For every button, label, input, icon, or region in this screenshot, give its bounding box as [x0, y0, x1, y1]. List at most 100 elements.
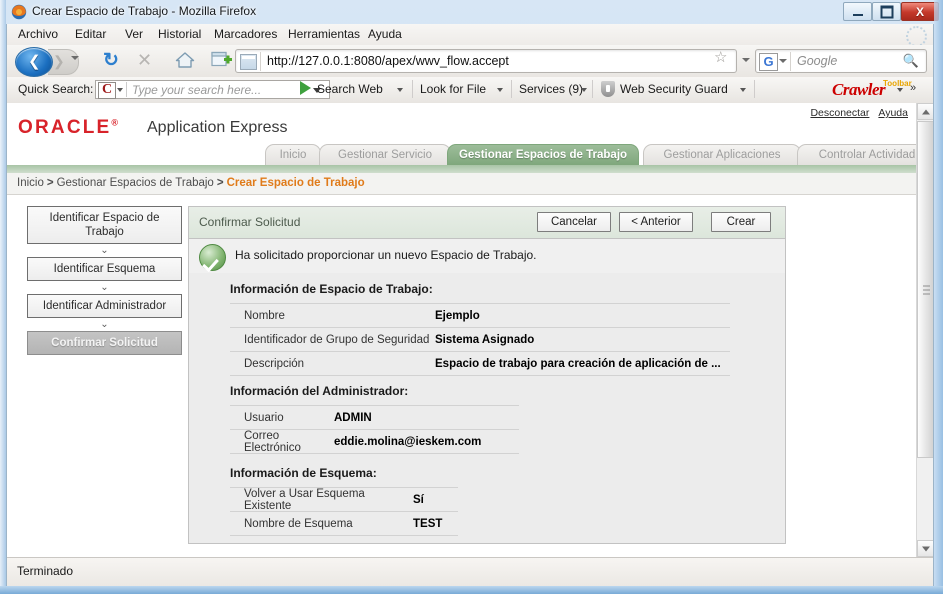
panel-body: Información de Espacio de Trabajo: Nombr… [189, 273, 785, 543]
tab-gestionar-aplicaciones[interactable]: Gestionar Aplicaciones [643, 144, 801, 165]
page-scrollbar[interactable] [916, 103, 933, 557]
new-tab-icon[interactable] [211, 50, 233, 75]
toolbar-item-web-security-guard[interactable]: Web Security Guard [620, 82, 728, 96]
section-heading-administrator: Información del Administrador: [230, 384, 409, 398]
link-ayuda[interactable]: Ayuda [878, 107, 908, 119]
menu-marcadores[interactable]: Marcadores [214, 27, 277, 41]
history-dropdown-icon[interactable] [71, 56, 79, 60]
toolbar-overflow-icon[interactable]: » [910, 82, 916, 94]
search-input[interactable]: Google [797, 54, 837, 68]
wizard-step-identificar-esquema[interactable]: Identificar Esquema [27, 257, 182, 281]
breadcrumb-separator-1: > [46, 177, 54, 189]
url-divider [260, 52, 261, 71]
quick-search-label: Quick Search: [18, 82, 94, 96]
stop-icon[interactable]: ✕ [137, 51, 152, 70]
site-identity-icon[interactable] [240, 54, 257, 70]
toolbar-divider-1 [412, 80, 413, 98]
menu-ayuda[interactable]: Ayuda [368, 27, 402, 41]
minimize-button[interactable] [843, 2, 872, 21]
breadcrumb: Inicio > Gestionar Espacios de Trabajo > Cre… [7, 173, 916, 195]
crawler-brand-logo: Crawler [832, 80, 886, 99]
reload-icon[interactable]: ↻ [103, 50, 119, 71]
crawler-brand-sublabel: Toolbar [883, 79, 912, 88]
crawler-toolbar: Quick Search: C Type your search here...… [7, 77, 933, 104]
toolbar-divider-3 [592, 80, 593, 98]
row-value: eddie.molina@ieskem.com [334, 435, 482, 448]
search-bar[interactable]: G Google 🔍 [755, 49, 927, 73]
search-web-play-icon[interactable] [300, 81, 311, 95]
url-bar[interactable]: http://127.0.0.1:8080/apex/wwv_flow.acce… [235, 49, 737, 73]
maximize-button[interactable] [872, 2, 901, 21]
web-security-guard-caret-icon[interactable] [740, 88, 746, 92]
row-label: Descripción [244, 357, 305, 370]
url-text: http://127.0.0.1:8080/apex/wwv_flow.acce… [267, 54, 509, 68]
menu-ver[interactable]: Ver [125, 27, 143, 41]
create-button[interactable]: Crear [711, 212, 771, 232]
services-caret-icon[interactable] [581, 88, 587, 92]
breadcrumb-item-gestionar-espacios[interactable]: Gestionar Espacios de Trabajo [57, 177, 214, 189]
shield-icon [601, 81, 615, 97]
scrollbar-thumb[interactable] [917, 121, 933, 458]
crawler-c-icon[interactable]: C [98, 82, 116, 99]
quick-search-input[interactable]: Type your search here... [132, 83, 261, 97]
menu-historial[interactable]: Historial [158, 27, 201, 41]
wizard-step-confirmar-solicitud[interactable]: Confirmar Solicitud [27, 331, 182, 355]
schema-info-table: Volver a Usar Esquema Existente Sí Nombr… [230, 487, 458, 536]
window-frame-bottom [0, 586, 943, 594]
menu-editar[interactable]: Editar [75, 27, 106, 41]
wizard-arrow-icon-3: ⌄ [100, 319, 109, 330]
breadcrumb-item-inicio[interactable]: Inicio [17, 177, 44, 189]
success-check-icon [199, 244, 226, 271]
wizard-step-identificar-espacio-de-trabajo[interactable]: Identificar Espacio de Trabajo [27, 206, 182, 244]
home-icon[interactable] [175, 51, 195, 74]
link-desconectar[interactable]: Desconectar [810, 107, 869, 119]
wizard-arrow-icon-1: ⌄ [100, 245, 109, 256]
toolbar-item-services[interactable]: Services (9) [519, 82, 583, 96]
table-row: Nombre Ejemplo [230, 303, 730, 328]
tab-gestionar-servicio[interactable]: Gestionar Servicio [319, 144, 451, 165]
row-value: Espacio de trabajo para creación de apli… [435, 357, 721, 370]
tab-controlar-actividad[interactable]: Controlar Actividad [797, 144, 933, 165]
search-engine-icon[interactable]: G [759, 53, 778, 71]
scroll-down-button[interactable] [917, 540, 933, 557]
row-value: ADMIN [334, 411, 372, 424]
panel-title: Confirmar Solicitud [199, 215, 301, 229]
search-magnifier-icon[interactable]: 🔍 [903, 53, 919, 69]
table-row: Correo Electrónico eddie.molina@ieskem.c… [230, 430, 519, 454]
scrollbar-grip-icon [923, 285, 930, 294]
section-heading-schema: Información de Esquema: [230, 466, 377, 480]
tab-gestionar-espacios-de-trabajo[interactable]: Gestionar Espacios de Trabajo [447, 144, 639, 165]
administrator-info-table: Usuario ADMIN Correo Electrónico eddie.m… [230, 405, 519, 454]
previous-button[interactable]: < Anterior [619, 212, 693, 232]
title-bar: Crear Espacio de Trabajo - Mozilla Firef… [0, 0, 943, 24]
crawler-c-dropdown-icon[interactable] [117, 88, 123, 92]
scroll-up-button[interactable] [917, 103, 933, 120]
crawler-brand-caret-icon[interactable] [897, 88, 903, 92]
back-button[interactable]: ❮ [15, 47, 53, 77]
bookmark-star-icon[interactable]: ☆ [714, 50, 727, 65]
oracle-logo: ORACLE® [18, 117, 118, 139]
look-for-file-caret-icon[interactable] [497, 88, 503, 92]
row-label: Usuario [244, 411, 284, 424]
chevron-up-icon [921, 109, 930, 114]
apex-tab-strip: Inicio Gestionar Servicio Gestionar Espa… [7, 143, 933, 165]
wizard-step-identificar-administrador[interactable]: Identificar Administrador [27, 294, 182, 318]
toolbar-item-search-web[interactable]: Search Web [317, 82, 383, 96]
row-label: Identificador de Grupo de Seguridad [244, 333, 430, 346]
search-engine-dropdown-icon[interactable] [779, 59, 787, 63]
tab-inicio[interactable]: Inicio [265, 144, 321, 165]
bookmark-dropdown-icon[interactable] [742, 58, 750, 62]
table-row: Usuario ADMIN [230, 405, 519, 430]
row-label: Volver a Usar Esquema Existente [244, 487, 365, 512]
chevron-down-icon [921, 546, 930, 551]
row-value: Sí [413, 493, 424, 506]
menu-archivo[interactable]: Archivo [18, 27, 58, 41]
tab-underline [7, 165, 916, 173]
search-web-caret-icon[interactable] [397, 88, 403, 92]
status-bar: Terminado [7, 557, 933, 586]
panel-header: Confirmar Solicitud Cancelar < Anterior … [189, 207, 785, 239]
cancel-button[interactable]: Cancelar [537, 212, 611, 232]
toolbar-item-look-for-file[interactable]: Look for File [420, 82, 486, 96]
quick-search-box[interactable]: C Type your search here... [95, 80, 330, 99]
menu-herramientas[interactable]: Herramientas [288, 27, 360, 41]
